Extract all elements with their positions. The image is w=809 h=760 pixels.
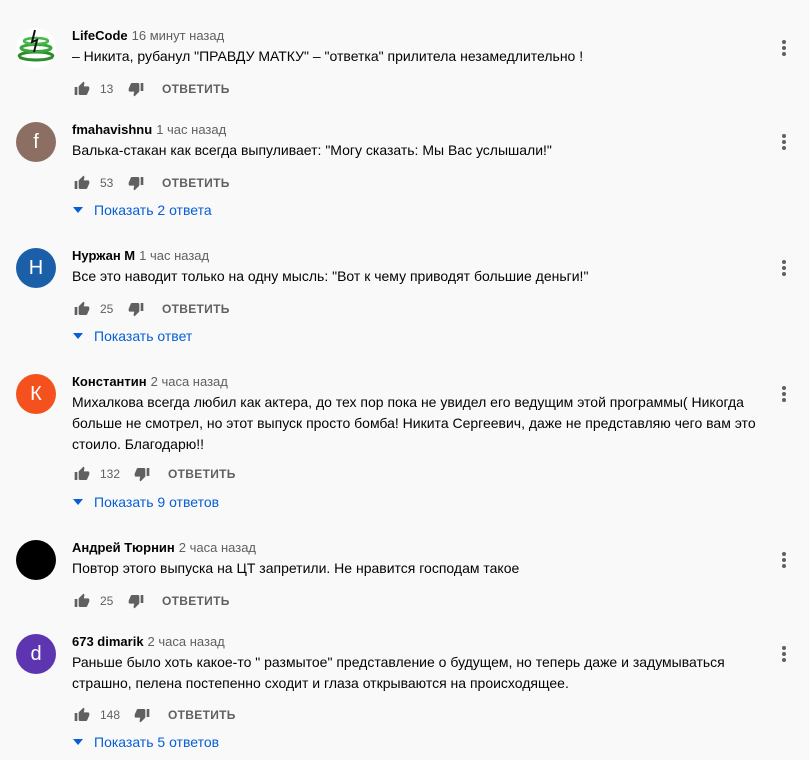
comment-text: Михалкова всегда любил как актера, до те…: [72, 394, 756, 452]
thumb-up-icon[interactable]: [72, 299, 92, 319]
comment-actions: 148 ОТВЕТИТЬ: [72, 703, 236, 727]
author-name[interactable]: Константин: [72, 374, 147, 389]
more-vert-icon[interactable]: [774, 122, 794, 162]
thumb-up-icon[interactable]: [72, 464, 92, 484]
more-vert-icon[interactable]: [774, 248, 794, 288]
reply-button[interactable]: ОТВЕТИТЬ: [168, 708, 236, 722]
author-name[interactable]: Андрей Тюрнин: [72, 540, 175, 555]
reply-button[interactable]: ОТВЕТИТЬ: [162, 82, 230, 96]
comment-actions: 132 ОТВЕТИТЬ: [72, 462, 236, 486]
reply-button[interactable]: ОТВЕТИТЬ: [162, 176, 230, 190]
author-name[interactable]: fmahavishnu: [72, 122, 152, 137]
thumb-down-icon[interactable]: [126, 173, 146, 193]
show-replies-button[interactable]: Показать 9 ответов: [72, 494, 219, 510]
like-count: 132: [100, 467, 121, 481]
chevron-down-icon: [72, 204, 84, 216]
lifecode-logo-icon: [17, 29, 55, 62]
comment-actions: 13 ОТВЕТИТЬ: [72, 77, 230, 101]
avatar[interactable]: К: [16, 374, 56, 414]
like-count: 148: [100, 708, 121, 722]
comment-time[interactable]: 2 часа назад: [151, 374, 228, 389]
comment-text: Раньше было хоть какое-то " размытое" пр…: [72, 654, 725, 691]
comment-header: Константин 2 часа назад: [72, 374, 228, 390]
comment-actions: 25 ОТВЕТИТЬ: [72, 297, 230, 321]
reply-button[interactable]: ОТВЕТИТЬ: [168, 467, 236, 481]
comment-text: – Никита, рубанул "ПРАВДУ МАТКУ" – "отве…: [72, 48, 584, 64]
thumb-down-icon[interactable]: [132, 464, 152, 484]
chevron-down-icon: [72, 330, 84, 342]
comment-header: 673 dimarik 2 часа назад: [72, 634, 225, 650]
thumb-down-icon[interactable]: [126, 299, 146, 319]
show-replies-label: Показать 5 ответов: [94, 734, 220, 750]
like-count: 25: [100, 594, 114, 608]
chevron-down-icon: [72, 736, 84, 748]
avatar-letter: f: [33, 130, 39, 153]
like-count: 25: [100, 302, 114, 316]
comment-time[interactable]: 2 часа назад: [179, 540, 256, 555]
author-name[interactable]: Нуржан М: [72, 248, 135, 263]
avatar[interactable]: Н: [16, 248, 56, 288]
avatar-letter: d: [30, 642, 42, 665]
reply-button[interactable]: ОТВЕТИТЬ: [162, 594, 230, 608]
comment-time[interactable]: 1 час назад: [139, 248, 209, 263]
like-count: 53: [100, 176, 114, 190]
show-replies-button[interactable]: Показать 5 ответов: [72, 734, 219, 750]
comment-time[interactable]: 16 минут назад: [132, 28, 225, 43]
thumb-up-icon[interactable]: [72, 705, 92, 725]
author-name[interactable]: 673 dimarik: [72, 634, 144, 649]
comment-header: fmahavishnu 1 час назад: [72, 122, 226, 138]
show-replies-label: Показать 9 ответов: [94, 494, 220, 510]
thumb-up-icon[interactable]: [72, 173, 92, 193]
avatar-letter: Н: [28, 256, 44, 279]
more-vert-icon[interactable]: [774, 374, 794, 414]
more-vert-icon[interactable]: [774, 540, 794, 580]
more-vert-icon[interactable]: [774, 634, 794, 674]
comment-actions: 53 ОТВЕТИТЬ: [72, 171, 230, 195]
avatar[interactable]: [16, 28, 56, 68]
avatar-letter: К: [30, 382, 42, 405]
avatar[interactable]: [16, 540, 56, 580]
thumb-up-icon[interactable]: [72, 79, 92, 99]
like-count: 13: [100, 82, 114, 96]
comment-header: Нуржан М 1 час назад: [72, 248, 209, 264]
author-name[interactable]: LifeCode: [72, 28, 128, 43]
thumb-down-icon[interactable]: [126, 591, 146, 611]
comment-text: Валька-стакан как всегда выпуливает: "Мо…: [72, 142, 552, 158]
thumb-down-icon[interactable]: [126, 79, 146, 99]
avatar[interactable]: d: [16, 634, 56, 674]
comment-actions: 25 ОТВЕТИТЬ: [72, 589, 230, 613]
more-vert-icon[interactable]: [774, 28, 794, 68]
comment-text: Повтор этого выпуска на ЦТ запретили. Не…: [72, 560, 520, 576]
show-replies-button[interactable]: Показать 2 ответа: [72, 202, 212, 218]
thumb-up-icon[interactable]: [72, 591, 92, 611]
show-replies-button[interactable]: Показать ответ: [72, 328, 192, 344]
chevron-down-icon: [72, 496, 84, 508]
comment-text: Все это наводит только на одну мысль: "В…: [72, 268, 589, 284]
comment-header: LifeCode 16 минут назад: [72, 28, 224, 44]
show-replies-label: Показать ответ: [94, 328, 193, 344]
comment-time[interactable]: 2 часа назад: [148, 634, 225, 649]
reply-button[interactable]: ОТВЕТИТЬ: [162, 302, 230, 316]
avatar[interactable]: f: [16, 122, 56, 162]
thumb-down-icon[interactable]: [132, 705, 152, 725]
comment-header: Андрей Тюрнин 2 часа назад: [72, 540, 256, 556]
show-replies-label: Показать 2 ответа: [94, 202, 212, 218]
comment-time[interactable]: 1 час назад: [156, 122, 226, 137]
